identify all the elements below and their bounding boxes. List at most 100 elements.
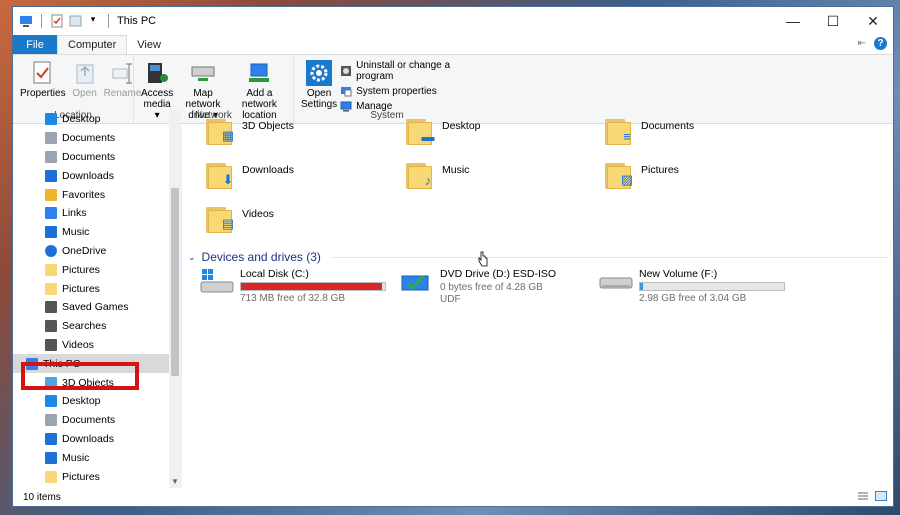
nav-item[interactable]: Links [13,204,181,223]
nav-item[interactable]: Documents [13,411,181,430]
nav-item-label: Downloads [62,169,114,182]
nav-item-label: Favorites [62,188,106,201]
nav-item-label: Documents [62,414,116,427]
divider [330,256,888,258]
folder-item[interactable]: ▨ Pictures [605,160,679,190]
dvd-drive-icon [400,268,434,298]
hard-drive-icon [599,268,633,298]
folder-item[interactable]: ≡ Documents [605,116,694,146]
this-pc-icon [19,14,33,28]
properties-icon[interactable] [50,14,64,28]
open-label: Open [72,88,97,99]
nav-item[interactable]: Favorites [13,185,181,204]
tab-file[interactable]: File [13,35,57,54]
uninstall-label: Uninstall or change a program [356,60,451,82]
add-location-line1: Add a network [241,88,277,110]
content-pane: ⌄ Devices and drives (3) ▦ 3D Objects ▬ Des… [181,119,893,488]
nav-item-label: Saved Games [62,301,129,314]
scroll-down-icon[interactable]: ▼ [169,477,181,486]
drive-usage-bar [240,282,386,291]
new-folder-icon[interactable] [68,14,82,28]
uninstall-program-button[interactable]: Uninstall or change a program [340,60,476,82]
nav-item[interactable]: Music [13,223,181,242]
drive-free-space: 713 MB free of 32.8 GB [240,293,346,304]
drive-name: Local Disk (C:) [240,268,309,280]
details-view-icon[interactable] [857,491,869,504]
nav-item[interactable]: Pictures [13,467,181,486]
folder-item[interactable]: ⬇ Downloads [206,160,294,190]
nav-item[interactable]: Documents [13,148,181,167]
nav-item[interactable]: Documents [13,129,181,148]
download-icon [45,432,57,445]
network-location-icon [246,60,272,86]
tab-view[interactable]: View [127,35,171,54]
nav-item-label: Searches [62,320,107,333]
drive-free-space: 0 bytes free of 4.28 GB [440,282,543,293]
pin-ribbon-icon[interactable]: ⇤ [858,38,866,49]
star-icon [45,188,57,201]
nav-item-label: OneDrive [62,244,107,257]
folder-label: Pictures [641,164,679,176]
customize-toolbar-icon[interactable]: ▾ [86,14,100,28]
system-properties-label: System properties [356,85,437,97]
system-properties-icon [340,85,352,97]
nav-item[interactable]: Searches [13,317,181,336]
folder-item[interactable]: ▤ Videos [206,204,274,234]
folder-label: Music [442,164,470,176]
help-icon[interactable]: ? [874,37,887,50]
devices-and-drives-header[interactable]: ⌄ Devices and drives (3) [188,250,888,264]
nav-scrollbar[interactable]: ▼ [169,110,181,488]
music-icon [45,226,57,239]
uninstall-icon [340,65,352,77]
nav-item[interactable]: Music [13,448,181,467]
nav-item-label: Pictures [62,470,100,483]
media-icon [144,60,170,86]
nav-item[interactable]: Videos [13,336,181,355]
large-icons-view-icon[interactable] [875,491,887,504]
drive-name: DVD Drive (D:) ESD-ISO [440,268,557,280]
nav-item[interactable]: Pictures [13,279,181,298]
open-settings-line1: Open [306,88,332,99]
nav-item-label: Desktop [62,113,101,126]
quick-access-toolbar: ▾ [13,14,113,28]
maximize-button[interactable]: ☐ [813,7,853,35]
folder-label: Downloads [242,164,294,176]
minimize-button[interactable]: — [773,7,813,35]
map-drive-line1: Map network [185,88,221,110]
link-icon [45,207,57,220]
ribbon-group-system: Open Settings Uninstall or change a prog… [294,55,480,123]
folder-label: Videos [242,208,274,220]
divider [41,14,42,28]
nav-item[interactable]: OneDrive [13,242,181,261]
folder-icon: ▬ [406,116,436,146]
nav-item[interactable]: Desktop [13,392,181,411]
nav-item-label: Videos [62,338,94,351]
item-count: 10 items [23,491,61,503]
close-button[interactable]: ✕ [853,7,893,35]
nav-item[interactable]: Downloads [13,166,181,185]
drive-item[interactable]: New Volume (F:) 2.98 GB free of 3.04 GB [599,268,785,305]
documents-icon [45,414,57,427]
nav-item[interactable]: Desktop [13,110,181,129]
folder-item[interactable]: ♪ Music [406,160,469,190]
scrollbar-thumb[interactable] [171,188,179,376]
file-explorer-window: ▾ This PC — ☐ ✕ File Computer View ⇤ ? P… [12,6,894,507]
nav-item-label: Documents [62,150,116,163]
drive-item[interactable]: Local Disk (C:) 713 MB free of 32.8 GB [200,268,386,305]
pictures-icon [45,263,57,276]
folder-icon: ⬇ [206,160,236,190]
drive-item[interactable]: DVD Drive (D:) ESD-ISO 0 bytes free of 4.… [400,268,556,306]
tab-computer[interactable]: Computer [57,35,128,54]
collapse-chevron-icon: ⌄ [188,251,196,262]
drive-filesystem: UDF [440,294,461,305]
nav-item[interactable]: Downloads [13,430,181,449]
nav-item-label: Music [62,451,90,464]
desktop-icon [45,113,57,126]
navigation-pane: Desktop Documents Documents Downloads Favori… [13,110,181,488]
folder-label: 3D Objects [242,120,294,132]
nav-item[interactable]: Pictures [13,260,181,279]
nav-item[interactable]: Saved Games [13,298,181,317]
folder-item[interactable]: ▬ Desktop [406,116,481,146]
folder-item[interactable]: ▦ 3D Objects [206,116,294,146]
system-properties-button[interactable]: System properties [340,85,476,97]
